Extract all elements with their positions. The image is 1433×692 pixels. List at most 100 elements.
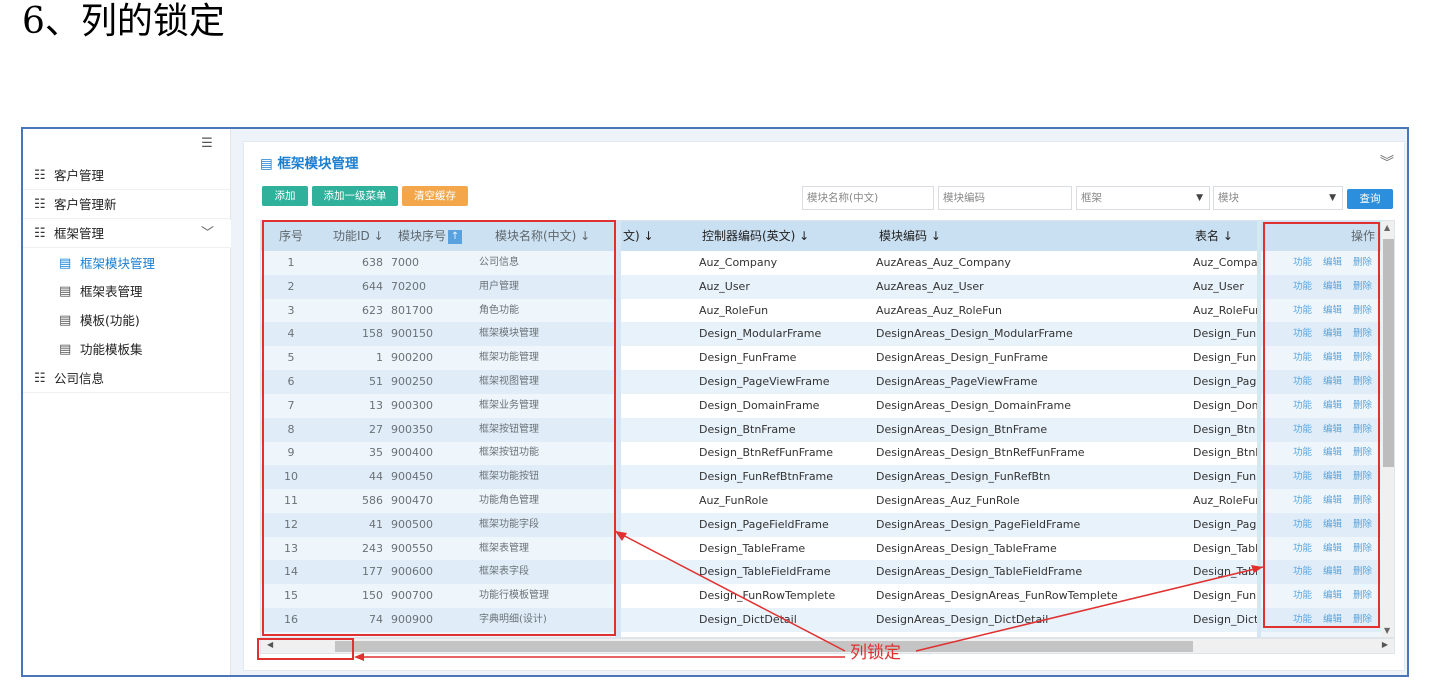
func-link[interactable]: 功能 bbox=[1293, 560, 1312, 584]
func-link[interactable]: 功能 bbox=[1293, 275, 1312, 299]
edit-link[interactable]: 编辑 bbox=[1323, 608, 1342, 632]
menu-collapse-icon[interactable]: ☰ bbox=[200, 137, 214, 151]
func-link[interactable]: 功能 bbox=[1293, 608, 1312, 632]
delete-link[interactable]: 删除 bbox=[1353, 346, 1372, 370]
edit-link[interactable]: 编辑 bbox=[1323, 418, 1342, 442]
table-row[interactable]: 11 586 900470 功能角色管理 Auz_FunRole DesignAreas_… bbox=[261, 489, 1394, 513]
edit-link[interactable]: 编辑 bbox=[1323, 441, 1342, 465]
edit-link[interactable]: 编辑 bbox=[1323, 394, 1342, 418]
delete-link[interactable]: 删除 bbox=[1353, 418, 1372, 442]
query-button[interactable]: 查询 bbox=[1347, 189, 1393, 209]
sidebar-item-frame-management[interactable]: ☷ 框架管理 ﹀ bbox=[23, 220, 231, 248]
delete-link[interactable]: 删除 bbox=[1353, 584, 1372, 608]
table-row[interactable]: 6 51 900250 框架视图管理 Design_PageViewFrame Desig… bbox=[261, 370, 1394, 394]
table-row[interactable]: 16 74 900900 字典明细(设计) Design_DictDetail Desig… bbox=[261, 608, 1394, 632]
delete-link[interactable]: 删除 bbox=[1353, 560, 1372, 584]
column-header-controller[interactable]: 控制器编码(英文) ↓ bbox=[702, 221, 809, 251]
edit-link[interactable]: 编辑 bbox=[1323, 465, 1342, 489]
edit-link[interactable]: 编辑 bbox=[1323, 322, 1342, 346]
func-link[interactable]: 功能 bbox=[1293, 299, 1312, 323]
sort-asc-icon[interactable]: ↑ bbox=[448, 229, 463, 244]
scroll-left-icon[interactable]: ◀ bbox=[267, 640, 273, 649]
horizontal-scrollbar[interactable]: ◀ ▶ bbox=[260, 638, 1395, 654]
column-header-module-name[interactable]: 模块名称(中文) ↓ bbox=[495, 221, 590, 251]
column-header-table-name[interactable]: 表名 ↓ bbox=[1195, 221, 1233, 251]
cell-module-seq: 900900 bbox=[391, 613, 433, 626]
sidebar-item-customer-new[interactable]: ☷ 客户管理新 bbox=[23, 191, 231, 219]
column-header-func-id[interactable]: 功能ID ↓ bbox=[333, 221, 384, 251]
table-row[interactable]: 2 644 70200 用户管理 Auz_User AuzAreas_Auz_User Au… bbox=[261, 274, 1394, 299]
edit-link[interactable]: 编辑 bbox=[1323, 513, 1342, 537]
func-link[interactable]: 功能 bbox=[1293, 584, 1312, 608]
func-link[interactable]: 功能 bbox=[1293, 441, 1312, 465]
table-row[interactable]: 10 44 900450 框架功能按钮 Design_FunRefBtnFrame Des… bbox=[261, 465, 1394, 490]
func-link[interactable]: 功能 bbox=[1293, 394, 1312, 418]
delete-link[interactable]: 删除 bbox=[1353, 537, 1372, 561]
delete-link[interactable]: 删除 bbox=[1353, 251, 1372, 275]
edit-link[interactable]: 编辑 bbox=[1323, 251, 1342, 275]
table-row[interactable]: 14 177 900600 框架表字段 Design_TableFieldFrame De… bbox=[261, 560, 1394, 585]
delete-link[interactable]: 删除 bbox=[1353, 465, 1372, 489]
edit-link[interactable]: 编辑 bbox=[1323, 275, 1342, 299]
func-link[interactable]: 功能 bbox=[1293, 418, 1312, 442]
func-link[interactable]: 功能 bbox=[1293, 370, 1312, 394]
sidebar-subitem-template[interactable]: ▤ 模板(功能) bbox=[23, 307, 231, 335]
horizontal-scroll-thumb[interactable] bbox=[335, 641, 1193, 652]
edit-link[interactable]: 编辑 bbox=[1323, 299, 1342, 323]
delete-link[interactable]: 删除 bbox=[1353, 513, 1372, 537]
collapse-chevron-icon[interactable]: ︾ bbox=[1380, 152, 1394, 172]
table-row[interactable]: 3 623 801700 角色功能 Auz_RoleFun AuzAreas_Auz_Ro… bbox=[261, 299, 1394, 323]
edit-link[interactable]: 编辑 bbox=[1323, 537, 1342, 561]
sidebar-subitem-frame-table[interactable]: ▤ 框架表管理 bbox=[23, 278, 231, 306]
edit-link[interactable]: 编辑 bbox=[1323, 560, 1342, 584]
module-code-input[interactable]: 模块编码 bbox=[938, 186, 1072, 210]
delete-link[interactable]: 删除 bbox=[1353, 394, 1372, 418]
column-header-partial[interactable]: 文) ↓ bbox=[623, 221, 654, 251]
edit-link[interactable]: 编辑 bbox=[1323, 346, 1342, 370]
add-top-menu-button[interactable]: 添加一级菜单 bbox=[312, 186, 398, 206]
edit-link[interactable]: 编辑 bbox=[1323, 489, 1342, 513]
module-select[interactable]: 模块 ▼ bbox=[1213, 186, 1343, 210]
sidebar-item-company-info[interactable]: ☷ 公司信息 bbox=[23, 365, 231, 393]
vertical-scroll-thumb[interactable] bbox=[1383, 239, 1394, 467]
column-header-module-seq[interactable]: 模块序号 ↑ bbox=[398, 221, 463, 251]
delete-link[interactable]: 删除 bbox=[1353, 441, 1372, 465]
delete-link[interactable]: 删除 bbox=[1353, 322, 1372, 346]
scroll-right-icon[interactable]: ▶ bbox=[1382, 640, 1388, 649]
sidebar-subitem-template-set[interactable]: ▤ 功能模板集 bbox=[23, 336, 231, 364]
add-button[interactable]: 添加 bbox=[262, 186, 308, 206]
func-link[interactable]: 功能 bbox=[1293, 465, 1312, 489]
func-link[interactable]: 功能 bbox=[1293, 513, 1312, 537]
column-header-seq[interactable]: 序号 bbox=[279, 221, 303, 251]
module-name-input[interactable]: 模块名称(中文) bbox=[802, 186, 934, 210]
edit-link[interactable]: 编辑 bbox=[1323, 584, 1342, 608]
table-row[interactable]: 15 150 900700 功能行模板管理 Design_FunRowTemplete D… bbox=[261, 584, 1394, 608]
delete-link[interactable]: 删除 bbox=[1353, 608, 1372, 632]
func-link[interactable]: 功能 bbox=[1293, 346, 1312, 370]
clear-cache-button[interactable]: 清空缓存 bbox=[402, 186, 468, 206]
table-row[interactable]: 4 158 900150 框架模块管理 Design_ModularFrame Desig… bbox=[261, 322, 1394, 347]
scroll-up-icon[interactable]: ▲ bbox=[1384, 223, 1390, 232]
table-row[interactable]: 9 35 900400 框架按钮功能 Design_BtnRefFunFrame Desi… bbox=[261, 441, 1394, 465]
table-row[interactable]: 7 13 900300 框架业务管理 Design_DomainFrame DesignA… bbox=[261, 394, 1394, 418]
frame-select[interactable]: 框架 ▼ bbox=[1076, 186, 1210, 210]
delete-link[interactable]: 删除 bbox=[1353, 299, 1372, 323]
table-row[interactable]: 1 638 7000 公司信息 Auz_Company AuzAreas_Auz_Comp… bbox=[261, 251, 1394, 275]
func-link[interactable]: 功能 bbox=[1293, 489, 1312, 513]
table-row[interactable]: 8 27 900350 框架按钮管理 Design_BtnFrame DesignArea… bbox=[261, 417, 1394, 442]
table-row[interactable]: 13 243 900550 框架表管理 Design_TableFrame DesignA… bbox=[261, 537, 1394, 561]
delete-link[interactable]: 删除 bbox=[1353, 489, 1372, 513]
func-link[interactable]: 功能 bbox=[1293, 251, 1312, 275]
sidebar-subitem-frame-module[interactable]: ▤ 框架模块管理 bbox=[23, 250, 231, 278]
delete-link[interactable]: 删除 bbox=[1353, 275, 1372, 299]
column-header-module-code[interactable]: 模块编码 ↓ bbox=[879, 221, 941, 251]
func-link[interactable]: 功能 bbox=[1293, 537, 1312, 561]
sidebar-item-customer[interactable]: ☷ 客户管理 bbox=[23, 162, 231, 190]
func-link[interactable]: 功能 bbox=[1293, 322, 1312, 346]
edit-link[interactable]: 编辑 bbox=[1323, 370, 1342, 394]
table-row[interactable]: 5 1 900200 框架功能管理 Design_FunFrame DesignAreas… bbox=[261, 346, 1394, 370]
vertical-scrollbar[interactable]: ▲ ▼ bbox=[1381, 221, 1394, 637]
scroll-down-icon[interactable]: ▼ bbox=[1384, 626, 1390, 635]
delete-link[interactable]: 删除 bbox=[1353, 370, 1372, 394]
table-row[interactable]: 12 41 900500 框架功能字段 Design_PageFieldFrame Des… bbox=[261, 512, 1394, 537]
